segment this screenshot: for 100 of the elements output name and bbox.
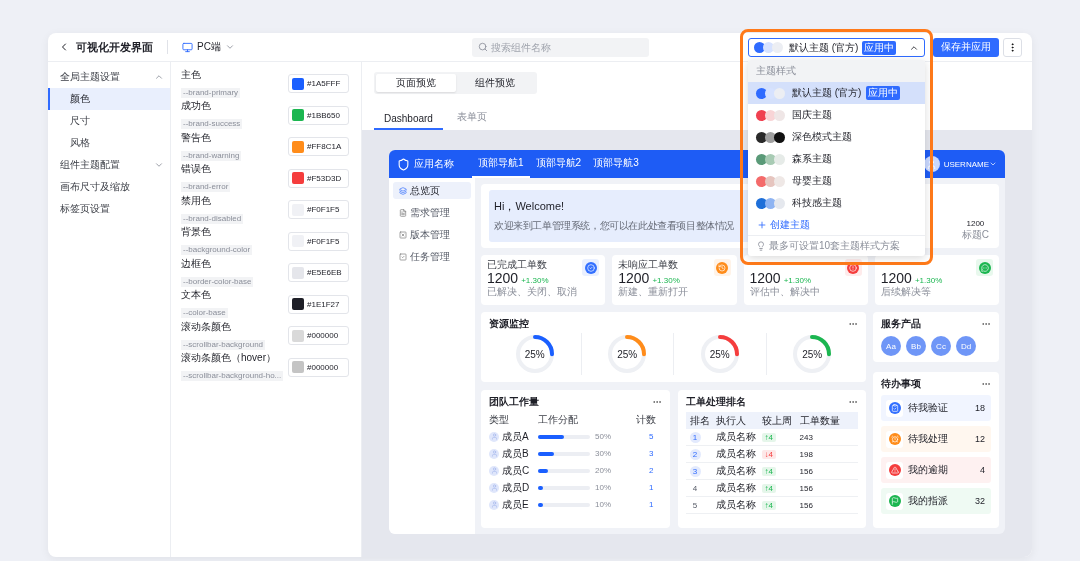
table-cell: 156	[799, 500, 813, 510]
search-field[interactable]: 搜索组件名称	[471, 37, 649, 57]
nav-item[interactable]: 颜色	[48, 88, 170, 110]
top-nav-tab[interactable]: 顶部导航2	[529, 150, 588, 178]
token-name: --brand-primary	[181, 87, 241, 98]
mode-tab[interactable]: 组件预览	[455, 74, 535, 92]
stat-note: 后续解决等	[880, 286, 931, 298]
summary-label: 标题C	[961, 228, 989, 242]
token-name: --scrollbar-background-ho...	[181, 371, 284, 382]
token-name: --brand-error	[181, 182, 231, 193]
top-nav-tab[interactable]: 顶部导航1	[472, 150, 530, 178]
menu-heading: 主题样式	[748, 60, 925, 82]
theme-select[interactable]: 默认主题 (官方) 应用中	[748, 38, 925, 57]
color-field[interactable]: #F0F1F5	[288, 231, 349, 251]
todo-item[interactable]: 待我处理 12	[881, 426, 991, 452]
layers-icon	[399, 186, 407, 195]
card-title: 团队工作量	[489, 395, 539, 409]
welcome-text: 欢迎来到工单管理系统，您可以在此处查看项目整体情况	[494, 219, 734, 233]
column-header: 较上周	[761, 413, 792, 428]
column-header: 执行人	[715, 413, 746, 428]
member-name: 成员D	[502, 480, 531, 495]
member-name: 成员A	[502, 429, 530, 444]
member-name: 成员B	[502, 446, 530, 461]
page-tab[interactable]: 表单页	[446, 110, 497, 130]
page-title: 可视化开发界面	[76, 39, 153, 55]
status-badge: 应用中	[862, 40, 897, 55]
sidebar-item[interactable]: 需求管理	[393, 204, 471, 221]
save-button[interactable]: 保存并应用	[933, 37, 999, 57]
stat-note: 评估中、解决中	[749, 286, 820, 298]
theme-option[interactable]: 母婴主题	[748, 170, 925, 192]
rank-number: 2	[689, 448, 701, 460]
gauge-ring	[698, 333, 741, 375]
theme-option[interactable]: 国庆主题	[748, 104, 925, 126]
percent: 10%	[595, 500, 611, 509]
gauge-label: 25%	[709, 348, 730, 360]
stat-title: 未响应工单数	[618, 259, 679, 270]
theme-option[interactable]: 森系主题	[748, 148, 925, 170]
trend-tag: ↑4	[761, 432, 776, 442]
color-field[interactable]: #F0F1F5	[288, 200, 349, 220]
table-cell: 成员名称	[715, 430, 756, 444]
card-title: 工单处理排名	[685, 395, 746, 409]
gauge-ring	[513, 333, 556, 375]
nav-item[interactable]: 尺寸	[48, 110, 170, 132]
table-cell: 156	[799, 483, 813, 493]
status-badge: 应用中	[866, 86, 901, 100]
token-name: --background-color	[181, 245, 253, 256]
todo-item[interactable]: 待我验证 18	[881, 395, 991, 421]
color-name: 背景色	[181, 226, 212, 239]
todo-item[interactable]: 我的逾期 4	[881, 457, 991, 483]
nav-item[interactable]: 画布尺寸及缩放	[48, 176, 170, 198]
trend-tag: ↑4	[761, 483, 776, 493]
nav-item[interactable]: 标签页设置	[48, 198, 170, 220]
platform-label[interactable]: PC端	[197, 40, 221, 54]
sidebar-item[interactable]: 任务管理	[393, 248, 471, 265]
count: 3	[649, 449, 654, 458]
percent: 20%	[595, 466, 611, 475]
color-field[interactable]: #F53D3D	[288, 168, 349, 188]
hint-text: 最多可设置10套主题样式方案	[748, 235, 925, 256]
color-name: 警告色	[181, 131, 212, 144]
rank-number: 3	[689, 465, 701, 477]
percent: 30%	[595, 449, 611, 458]
monitor-icon	[182, 41, 193, 53]
card-title: 待办事项	[881, 377, 921, 391]
count: 2	[649, 466, 654, 475]
gauge-ring	[606, 333, 649, 375]
create-theme-link[interactable]: 创建主题	[748, 214, 925, 235]
nav-item[interactable]: 全局主题设置	[48, 66, 170, 88]
username: USERNAME	[943, 159, 989, 169]
shield-logo-icon	[397, 157, 410, 171]
sidebar-item[interactable]: 版本管理	[393, 226, 471, 243]
sidebar-item[interactable]: 总览页	[393, 182, 471, 199]
member-avatar-icon	[489, 482, 499, 493]
top-nav-tab[interactable]: 顶部导航3	[587, 150, 645, 178]
workload-bar	[538, 451, 590, 456]
nav-item[interactable]: 组件主题配置	[48, 154, 170, 176]
stat-value: 1200	[618, 270, 650, 286]
chevron-down-icon[interactable]	[989, 160, 997, 168]
percent: 10%	[595, 483, 611, 492]
mode-tab[interactable]: 页面预览	[376, 74, 456, 92]
color-field[interactable]: #1E1F27	[288, 294, 349, 314]
workload-bar	[538, 434, 590, 439]
theme-option[interactable]: 科技感主题	[748, 192, 925, 214]
rank-number: 4	[691, 482, 699, 494]
color-name: 主色	[181, 68, 202, 81]
color-field[interactable]: #FF8C1A	[288, 137, 349, 157]
chevron-down-icon[interactable]	[224, 42, 235, 52]
trend-tag: ↑4	[761, 466, 776, 476]
todo-item[interactable]: 我的指派 32	[881, 488, 991, 514]
color-field[interactable]: #1A5FFF	[288, 74, 349, 94]
color-field[interactable]: #1BB650	[288, 105, 349, 125]
color-name: 文本色	[181, 289, 212, 302]
color-field[interactable]: #000000	[288, 326, 349, 346]
token-name: --brand-disabled	[181, 213, 244, 224]
theme-option[interactable]: 默认主题 (官方) 应用中	[748, 82, 925, 104]
nav-item[interactable]: 风格	[48, 132, 170, 154]
color-field[interactable]: #E5E6EB	[288, 263, 349, 283]
color-field[interactable]: #000000	[288, 357, 349, 377]
theme-option[interactable]: 深色模式主题	[748, 126, 925, 148]
summary-value: 1200	[966, 219, 985, 228]
more-button[interactable]	[1003, 37, 1022, 57]
